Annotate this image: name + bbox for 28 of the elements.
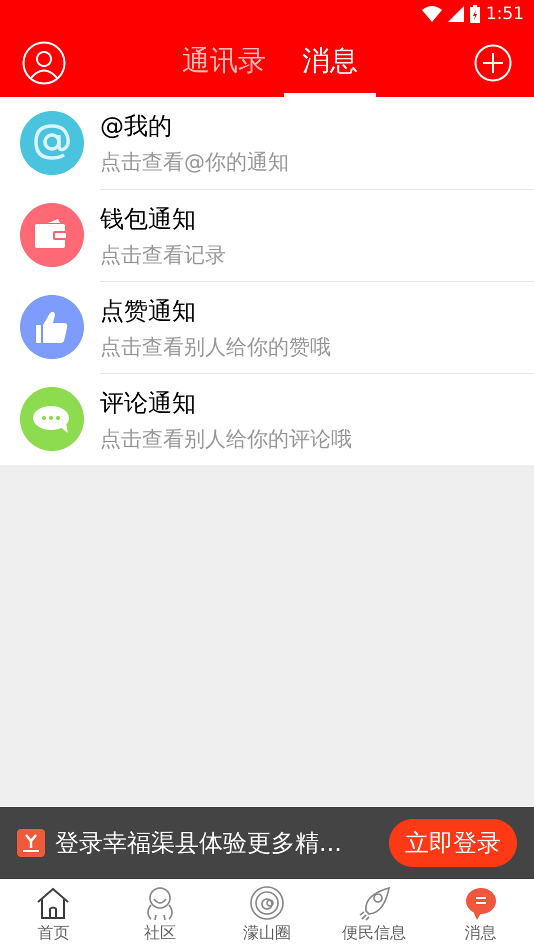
notification-item[interactable]: 评论通知 点击查看别人给你的评论哦: [0, 373, 534, 465]
nav-tab[interactable]: 消息: [427, 879, 534, 950]
notification-item[interactable]: 钱包通知 点击查看记录: [0, 189, 534, 281]
battery-icon: [470, 5, 480, 23]
login-button[interactable]: 立即登录: [389, 819, 517, 867]
nav-tab[interactable]: 濛山圈: [214, 879, 320, 950]
profile-icon[interactable]: [22, 40, 66, 84]
home-icon: [35, 885, 72, 921]
notification-title: 钱包通知: [100, 204, 197, 234]
notification-title: 评论通知: [100, 388, 197, 418]
notification-item[interactable]: @我的 点击查看@你的通知: [0, 97, 534, 189]
app-logo-icon: [17, 829, 45, 857]
notification-subtitle: 点击查看别人给你的赞哦: [100, 334, 332, 360]
notification-subtitle: 点击查看别人给你的评论哦: [100, 426, 353, 452]
nav-tab[interactable]: 便民信息: [320, 879, 428, 950]
add-icon[interactable]: [474, 44, 512, 82]
notification-title: @我的: [100, 111, 173, 142]
signal-icon: [448, 6, 464, 22]
notification-subtitle: 点击查看记录: [100, 242, 227, 268]
notification-item[interactable]: 点赞通知 点击查看别人给你的赞哦: [0, 281, 534, 373]
nav-tab[interactable]: 首页: [0, 879, 107, 950]
orbit-icon: [248, 885, 285, 921]
status-time: 1:51: [486, 4, 524, 24]
nav-tab[interactable]: 社区: [106, 879, 214, 950]
wifi-icon: [422, 6, 442, 22]
banner-text: 登录幸福渠县体验更多精...: [55, 828, 343, 859]
notification-subtitle: 点击查看@你的通知: [100, 149, 290, 176]
notification-title: 点赞通知: [100, 296, 197, 326]
